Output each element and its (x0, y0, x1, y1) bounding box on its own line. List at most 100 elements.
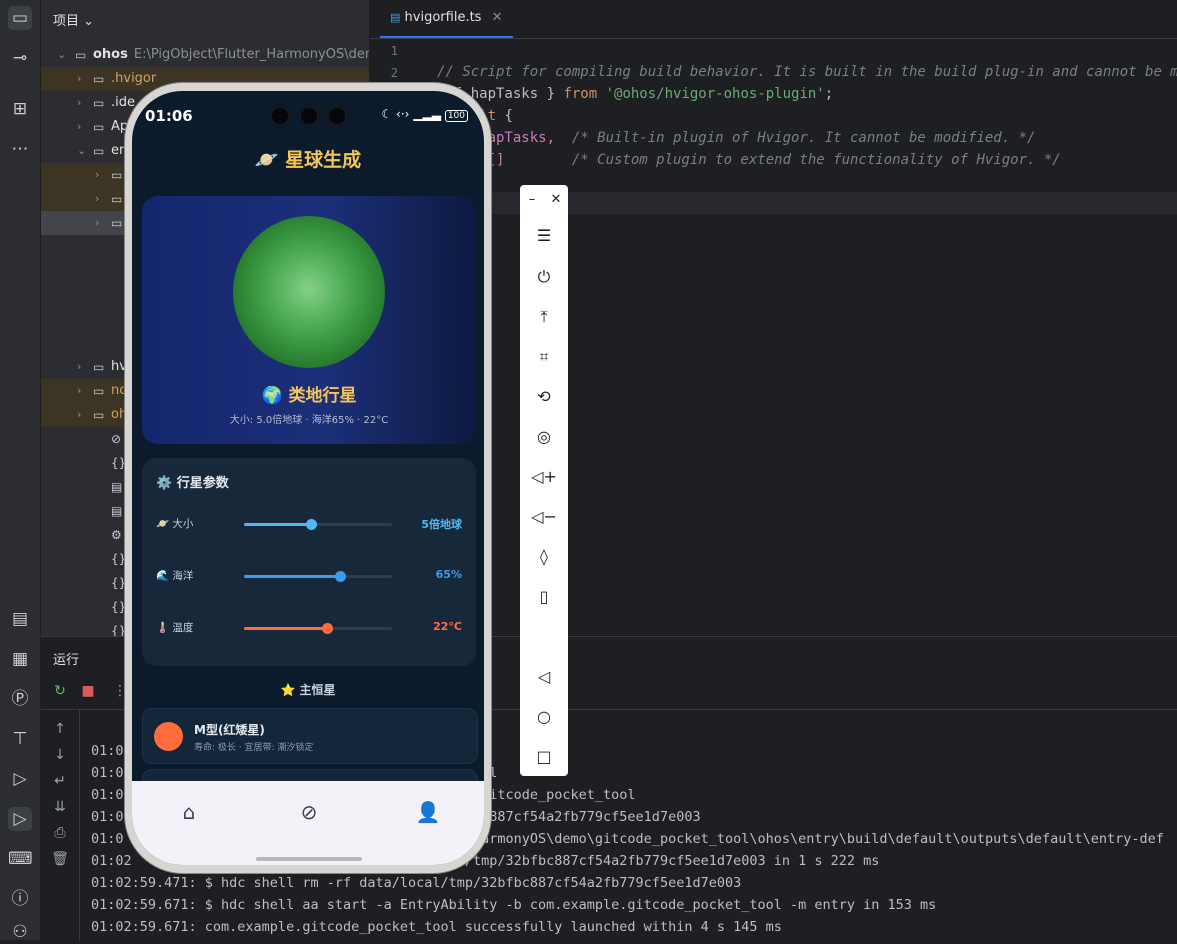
log-line: 01:02:59.671: com.example.gitcode_pocket… (91, 919, 782, 935)
project-header[interactable]: 项目 ⌄ (53, 10, 94, 29)
slider-knob[interactable] (321, 623, 333, 634)
star-color-dot (154, 722, 183, 751)
phone-emulator: 01:06 ☾ ‹·› ▁▂▃ 100 🪐 星球生成 🌍 类地行星 大小: 5.… (125, 83, 491, 873)
code-line: tem: hapTasks, /* Built-in plugin of Hvi… (437, 130, 1036, 146)
device-icon[interactable]: ▯ (520, 585, 568, 609)
star-card[interactable]: M型(红矮星) 寿命: 极长 · 宜居带: 潮汐锁定 (142, 708, 478, 764)
folder-icon: ▭ (93, 408, 105, 422)
chevron-icon[interactable]: › (77, 403, 81, 427)
log-line: 01:02:59.671: $ hdc shell aa start -a En… (91, 897, 937, 913)
star-desc: 寿命: 极长 · 宜居带: 潮汐锁定 (194, 743, 314, 753)
param-slider[interactable] (244, 571, 392, 582)
folder-icon: ▭ (93, 384, 105, 398)
home-indicator[interactable] (256, 857, 362, 861)
menu-icon[interactable]: ☰ (520, 224, 568, 248)
run-title[interactable]: 运行 (53, 649, 79, 668)
folder-icon: ▭ (111, 216, 123, 230)
crop-icon[interactable]: ⌗ (520, 345, 568, 369)
slider-fill (244, 575, 341, 578)
git-icon[interactable]: ⚇ (8, 920, 32, 944)
status-bar: 01:06 ☾ ‹·› ▁▂▃ 100 (132, 91, 484, 137)
chevron-down-icon: ⌄ (57, 48, 67, 61)
code-line: t { hapTasks } from '@ohos/hvigor-ohos-p… (437, 86, 834, 102)
slider-knob[interactable] (335, 571, 347, 582)
file-icon: ▤ (111, 480, 123, 494)
chevron-icon[interactable]: › (77, 379, 81, 403)
planet-card: 🌍 类地行星 大小: 5.0倍地球 · 海洋65% · 22°C (142, 196, 476, 444)
file-icon: {} (111, 600, 127, 614)
recents-icon[interactable]: □ (520, 745, 568, 769)
commit-icon[interactable]: ⊸ (8, 46, 32, 70)
power-icon[interactable]: ⏻ (520, 265, 568, 289)
bottom-nav: ⌂ ⊘ 👤 (132, 781, 484, 865)
network-icon: ‹·› (396, 107, 410, 121)
param-label: 🪐 大小 (156, 518, 194, 530)
profiler-icon[interactable]: Ⓟ (8, 687, 32, 711)
problems-icon[interactable]: ⓘ (8, 887, 32, 911)
planet-name: 🌍 类地行星 (261, 386, 357, 406)
run-icon[interactable]: ▷ (8, 807, 32, 831)
chevron-icon[interactable]: › (95, 187, 99, 211)
param-slider[interactable] (244, 623, 392, 634)
log-line: 01:02:59.471: $ hdc shell rm -rf data/lo… (91, 875, 742, 891)
soft-wrap-icon[interactable]: ↵ (51, 773, 69, 789)
upload-icon[interactable]: ⤒ (520, 305, 568, 329)
volume-down-icon[interactable]: ◁− (520, 505, 568, 529)
todo-icon[interactable]: ▤ (8, 607, 32, 631)
params-card: ⚙️ 行星参数 🪐 大小 5倍地球 🌊 海洋 65% 🌡️ 温度 22°C (142, 458, 476, 666)
tree-root[interactable]: ⌄ ▭ ohos E:\PigObject\Flutter_HarmonyOS\d… (41, 43, 369, 67)
chevron-icon[interactable]: › (95, 211, 99, 235)
folder-icon: ▭ (111, 192, 123, 206)
status-time: 01:06 (145, 107, 193, 125)
close-icon[interactable]: ✕ (544, 188, 568, 212)
tab-hvigorfile[interactable]: ▤ hvigorfile.ts ✕ (380, 0, 513, 38)
root-path: E:\PigObject\Flutter_HarmonyOS\demo\g (133, 47, 369, 62)
layout-icon[interactable]: ▦ (8, 647, 32, 671)
arrow-up-icon[interactable]: ↑ (51, 721, 69, 737)
page-title: 🪐 星球生成 (254, 149, 362, 171)
person-icon[interactable]: 👤 (415, 799, 441, 825)
phone-screen: 01:06 ☾ ‹·› ▁▂▃ 100 🪐 星球生成 🌍 类地行星 大小: 5.… (132, 91, 484, 865)
chevron-icon[interactable]: › (77, 355, 81, 379)
structure-icon[interactable]: ⊞ (8, 97, 32, 121)
trash-icon[interactable]: 🗑 (51, 851, 69, 867)
param-row: 🌊 海洋 65% (156, 566, 462, 586)
compass-icon[interactable]: ⊘ (296, 799, 322, 825)
chevron-icon[interactable]: ⌄ (77, 139, 86, 163)
chevron-icon[interactable]: › (77, 115, 81, 139)
minimize-icon[interactable]: – (520, 188, 544, 212)
folder-icon: ▭ (93, 72, 105, 86)
chevron-icon[interactable]: › (77, 67, 81, 91)
param-slider[interactable] (244, 519, 392, 530)
rotate-icon[interactable]: ⟲ (520, 385, 568, 409)
back-icon[interactable]: ◁ (520, 665, 568, 689)
file-icon: ⚙ (111, 528, 122, 542)
stop-icon[interactable]: ■ (79, 683, 97, 699)
screenshot-icon[interactable]: ◎ (520, 425, 568, 449)
chevron-icon[interactable]: › (77, 91, 81, 115)
home-circle-icon[interactable]: ○ (520, 705, 568, 729)
arrow-down-icon[interactable]: ↓ (51, 747, 69, 763)
ts-file-icon: ▤ (390, 11, 401, 24)
battery-icon: 100 (444, 110, 468, 122)
rerun-icon[interactable]: ↻ (51, 683, 69, 699)
close-icon[interactable]: ✕ (492, 10, 503, 25)
log-line: 01:0 (91, 743, 124, 759)
file-icon: {} (111, 552, 127, 566)
volume-up-icon[interactable]: ◁+ (520, 465, 568, 489)
build-icon[interactable]: ⊤ (8, 727, 32, 751)
print-icon[interactable]: ⎙ (51, 825, 69, 841)
scroll-end-icon[interactable]: ⇊ (51, 799, 69, 815)
code-line: // Script for compiling build behavior. … (437, 64, 1177, 80)
camera-icon (269, 105, 291, 127)
services-icon[interactable]: ▷ (8, 767, 32, 791)
folder-icon[interactable]: ▭ (8, 6, 32, 30)
chevron-icon[interactable]: › (95, 163, 99, 187)
code-line: gins: [] /* Custom plugin to extend the … (437, 152, 1061, 168)
home-icon[interactable]: ⌂ (176, 799, 202, 825)
shake-icon[interactable]: ◊ (520, 545, 568, 569)
terminal-icon[interactable]: ⌨ (8, 847, 33, 871)
root-name: ohos (93, 47, 128, 62)
slider-knob[interactable] (305, 519, 317, 530)
more-icon[interactable]: ⋯ (8, 137, 32, 161)
